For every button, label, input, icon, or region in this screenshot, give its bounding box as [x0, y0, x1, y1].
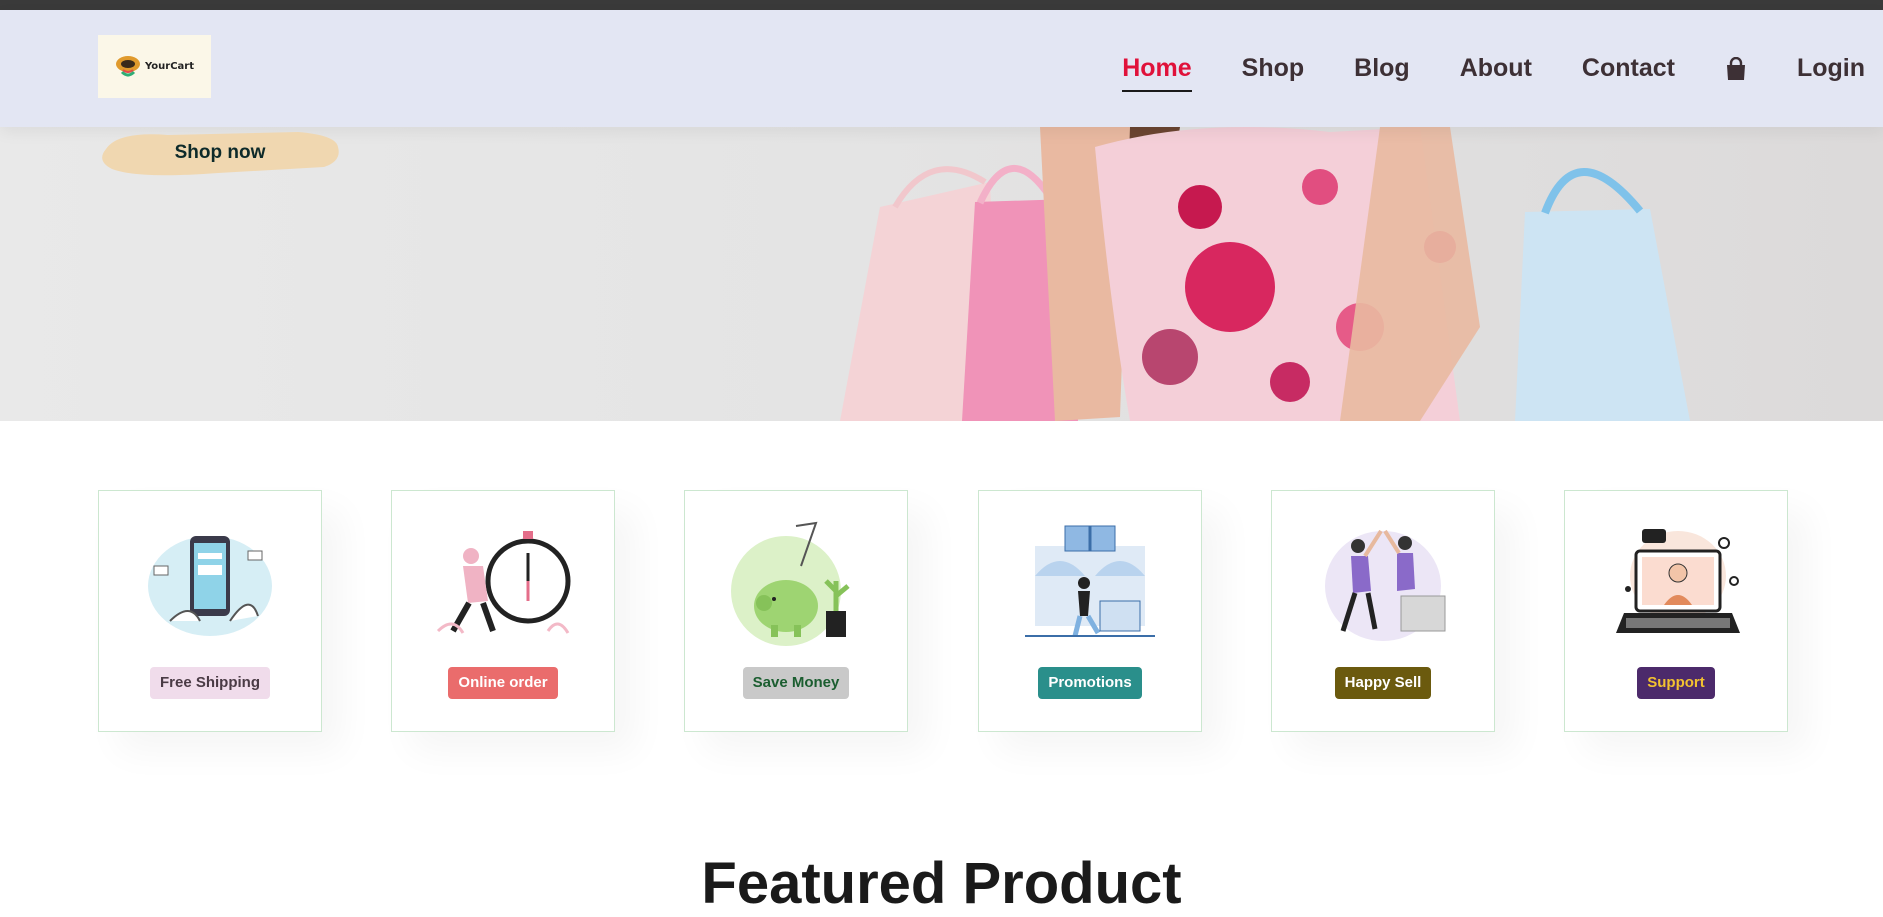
- nav-item-blog[interactable]: Blog: [1354, 54, 1410, 83]
- hero-banner: Shop now: [0, 127, 1883, 421]
- stopwatch-runner-illustration: [436, 531, 571, 634]
- feature-box-promotions: Promotions: [978, 490, 1202, 732]
- feature-label-support: Support: [1637, 667, 1715, 699]
- brand-logo[interactable]: YourCart: [98, 35, 211, 98]
- shop-now-label: Shop now: [174, 142, 266, 163]
- feature-label-free-shipping: Free Shipping: [149, 667, 270, 699]
- main-nav: Home Shop Blog About Contact Login: [1072, 10, 1883, 127]
- feature-label-save-money: Save Money: [742, 667, 850, 699]
- logo-text: YourCart: [144, 61, 195, 72]
- nav-item-about[interactable]: About: [1460, 54, 1532, 83]
- feature-box-online-order: Online order: [391, 490, 615, 732]
- nav-item-home[interactable]: Home: [1122, 54, 1193, 92]
- nav-item-shop[interactable]: Shop: [1242, 54, 1305, 83]
- high-five-illustration: [1325, 529, 1446, 641]
- piggy-bank-illustration: [731, 521, 850, 646]
- feature-label-happy-sell: Happy Sell: [1334, 667, 1432, 699]
- feature-label-promotions: Promotions: [1038, 667, 1142, 699]
- features-section: Free Shipping Online order Save Money Pr…: [0, 490, 1883, 732]
- site-header: YourCart Home Shop Blog About Contact Lo…: [0, 10, 1883, 127]
- logo-icon: [115, 55, 140, 76]
- feature-box-free-shipping: Free Shipping: [98, 490, 322, 732]
- browser-top-strip: [0, 0, 1883, 10]
- feature-box-save-money: Save Money: [684, 490, 908, 732]
- gift-promotion-illustration: [1025, 525, 1155, 637]
- feature-label-online-order: Online order: [448, 667, 558, 699]
- nav-item-contact[interactable]: Contact: [1582, 54, 1675, 83]
- featured-product-heading: Featured Product: [701, 851, 1182, 916]
- shop-now-button[interactable]: Shop now: [98, 127, 342, 179]
- feature-box-happy-sell: Happy Sell: [1271, 490, 1495, 732]
- nav-item-login[interactable]: Login: [1797, 54, 1865, 83]
- phone-payment-illustration: [148, 536, 272, 636]
- shopping-bag-icon[interactable]: [1725, 56, 1747, 81]
- feature-box-support: Support: [1564, 490, 1788, 732]
- customer-support-illustration: [1616, 529, 1740, 633]
